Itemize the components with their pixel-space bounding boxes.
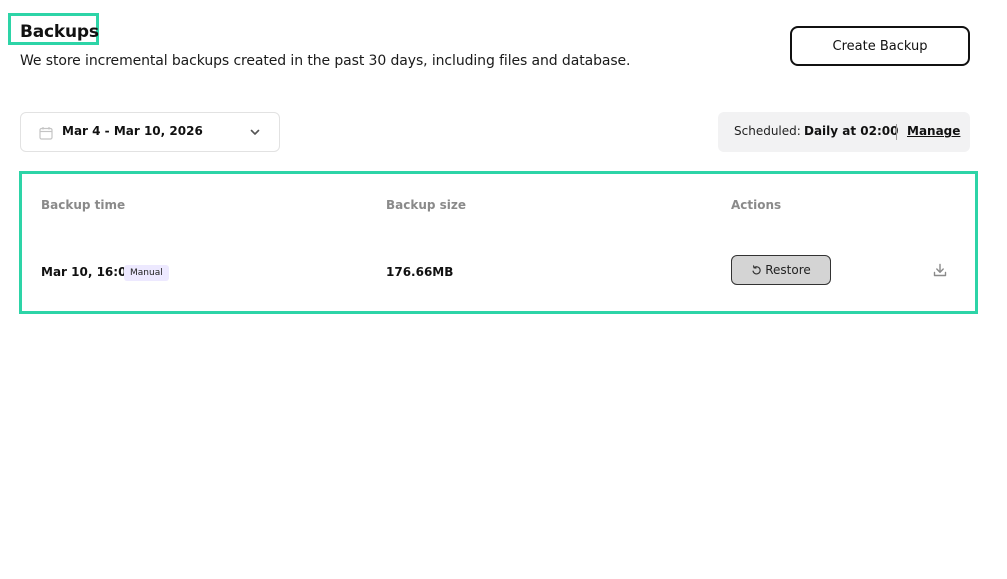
schedule-divider [896,124,897,140]
page-subtitle: We store incremental backups created in … [20,53,631,69]
column-header-actions: Actions [731,198,782,212]
backup-size-cell: 176.66MB [386,265,454,279]
backups-page: Backups We store incremental backups cre… [0,0,1007,579]
backup-time-cell: Mar 10, 16:03 [41,265,135,279]
restore-icon [752,264,761,274]
column-header-backup-time: Backup time [41,198,126,212]
date-range-picker[interactable]: Mar 4 - Mar 10, 2026 [20,112,280,152]
schedule-label: Scheduled: [734,124,801,138]
download-icon[interactable] [933,263,947,277]
chevron-down-icon [250,129,260,135]
date-range-label: Mar 4 - Mar 10, 2026 [62,124,203,138]
create-backup-button[interactable]: Create Backup [790,26,970,66]
restore-button-label: Restore [765,263,811,277]
schedule-value: Daily at 02:00 [804,124,899,138]
calendar-icon [39,127,53,140]
backups-table: Backup time Backup size Actions Mar 10, … [19,171,978,314]
page-title: Backups [20,22,99,42]
restore-button[interactable]: Restore [731,255,831,285]
manage-schedule-link[interactable]: Manage [907,124,960,138]
schedule-panel: Scheduled: Daily at 02:00 Manage [718,112,970,152]
column-header-backup-size: Backup size [386,198,467,212]
backup-type-badge: Manual [124,265,169,281]
